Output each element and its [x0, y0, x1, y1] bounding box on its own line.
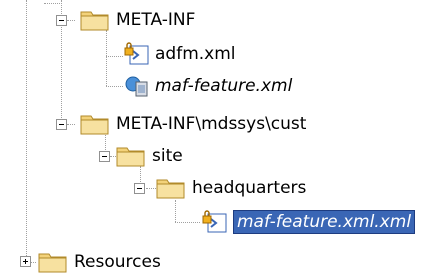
tree-item-label: site	[152, 146, 183, 166]
tree-item-label: META-INF\mdssys\cust	[116, 114, 307, 134]
tree-item-resources[interactable]: Resources	[38, 248, 161, 276]
folder-icon	[80, 115, 109, 135]
tree-item-adfm-xml[interactable]: adfm.xml	[124, 40, 236, 68]
collapse-headquarters-toggle[interactable]	[134, 183, 145, 194]
feature-file-icon	[125, 76, 148, 97]
collapse-site-toggle[interactable]	[99, 151, 110, 162]
tree-item-label: META-INF	[116, 10, 196, 30]
tree-item-meta-inf[interactable]: META-INF	[80, 6, 195, 34]
tree-item-maf-feature-xml-xml[interactable]: maf-feature.xml.xml	[202, 208, 416, 236]
folder-icon	[156, 179, 185, 199]
folder-icon	[80, 11, 109, 31]
tree-item-label: maf-feature.xml	[155, 76, 293, 96]
collapse-meta-inf-toggle[interactable]	[56, 15, 67, 26]
tree-item-label-selected: maf-feature.xml.xml	[233, 210, 416, 234]
tree-item-label: Resources	[74, 252, 161, 272]
tree-item-label: headquarters	[192, 178, 307, 198]
tree-item-maf-feature-xml[interactable]: maf-feature.xml	[124, 72, 292, 100]
tree-item-site[interactable]: site	[116, 142, 183, 170]
folder-icon	[116, 147, 145, 167]
expand-resources-toggle[interactable]	[20, 256, 31, 267]
xml-file-lock-icon	[124, 42, 149, 65]
folder-icon	[38, 253, 67, 273]
tree-item-headquarters[interactable]: headquarters	[156, 174, 306, 202]
tree-item-label: adfm.xml	[155, 44, 236, 64]
collapse-meta-inf-mdssys-toggle[interactable]	[56, 119, 67, 130]
tree-item-meta-inf-mdssys-cust[interactable]: META-INF\mdssys\cust	[80, 110, 306, 138]
xml-file-lock-icon	[202, 210, 227, 233]
